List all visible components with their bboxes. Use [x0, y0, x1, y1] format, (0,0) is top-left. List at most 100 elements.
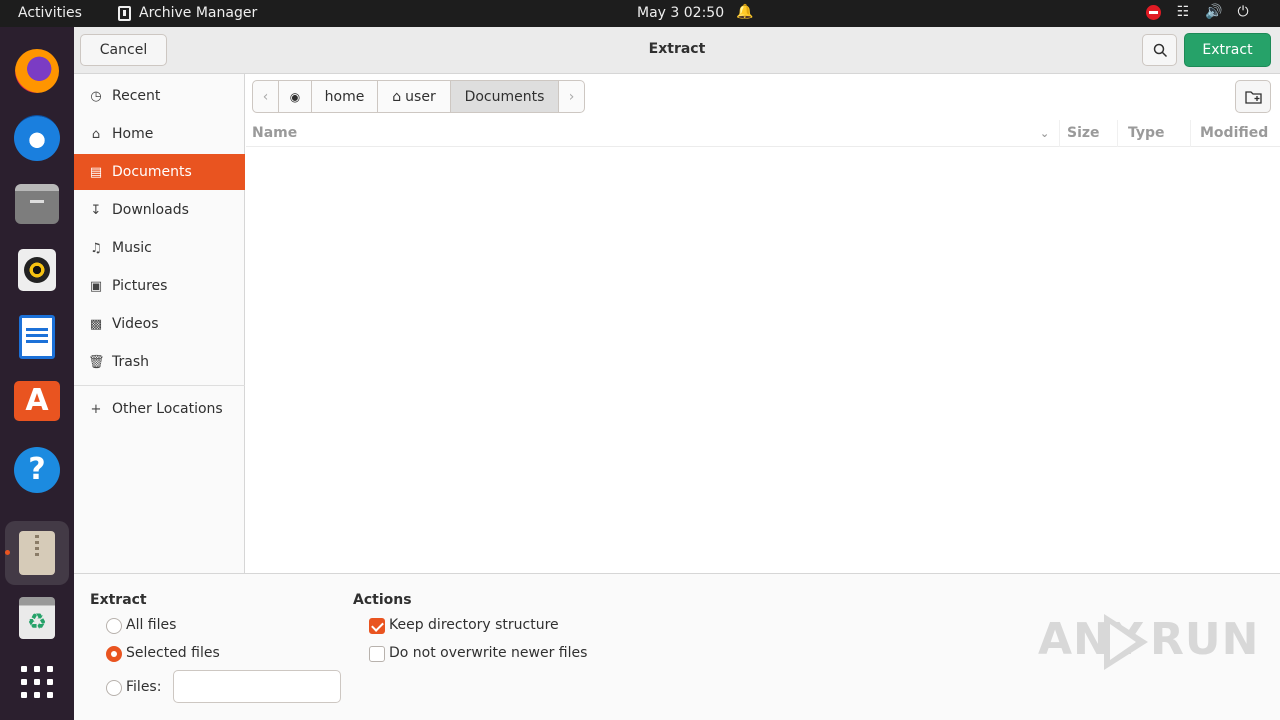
zip-icon	[19, 531, 55, 575]
music-icon: ♫	[90, 240, 102, 256]
plus-icon: +	[90, 401, 102, 417]
sidebar-divider	[74, 385, 245, 386]
sidebar-item-label: Trash	[112, 354, 149, 370]
anyrun-watermark: ANY RUN	[1038, 610, 1258, 670]
disk-icon: ◉	[289, 89, 301, 104]
all-files-radio[interactable]	[106, 618, 122, 634]
path-segment-home[interactable]: home	[312, 80, 378, 113]
thunderbird-icon[interactable]	[14, 115, 60, 161]
rhythmbox-icon[interactable]	[18, 249, 56, 291]
firefox-icon[interactable]	[15, 49, 59, 93]
path-forward-button[interactable]: ›	[559, 80, 585, 113]
column-divider	[1117, 120, 1118, 147]
running-indicator	[5, 550, 10, 555]
show-apps-icon[interactable]	[21, 666, 53, 698]
path-back-button[interactable]: ‹	[252, 80, 279, 113]
archive-manager-dock-icon[interactable]	[5, 521, 69, 585]
home-icon: ⌂	[392, 88, 402, 105]
sidebar-item-recent[interactable]: ◷ Recent	[74, 78, 245, 114]
chevron-down-icon[interactable]: ⌄	[1040, 127, 1049, 140]
sidebar-item-music[interactable]: ♫ Music	[74, 230, 245, 266]
clock-icon: ◷	[90, 88, 102, 104]
path-segment-documents[interactable]: Documents	[451, 80, 559, 113]
path-segment-label: Documents	[464, 88, 545, 105]
sidebar-item-trash[interactable]: 🗑 Trash	[74, 344, 245, 380]
video-icon: ▩	[89, 316, 103, 332]
top-bar: Activities Archive Manager May 3 02:50 🔔…	[0, 0, 1280, 27]
keep-structure-checkbox[interactable]	[369, 618, 385, 634]
column-name[interactable]: Name	[252, 125, 297, 141]
files-radio[interactable]	[106, 680, 122, 696]
sidebar-item-downloads[interactable]: ↧ Downloads	[74, 192, 245, 228]
column-modified[interactable]: Modified	[1200, 125, 1268, 141]
files-icon[interactable]	[15, 184, 59, 224]
trash-dock-icon[interactable]: ♻	[19, 597, 55, 639]
watermark-right: RUN	[1150, 614, 1260, 665]
chevron-left-icon: ‹	[262, 88, 269, 105]
sidebar-item-label: Videos	[112, 316, 159, 332]
activities-button[interactable]: Activities	[18, 5, 82, 21]
app-name: Archive Manager	[139, 5, 258, 21]
sidebar-item-label: Documents	[112, 164, 192, 180]
power-icon: ⏻	[1237, 4, 1249, 20]
column-divider	[1059, 120, 1060, 147]
sidebar-item-other-locations[interactable]: + Other Locations	[74, 391, 245, 427]
no-overwrite-label[interactable]: Do not overwrite newer files	[389, 645, 587, 661]
app-menu[interactable]: Archive Manager	[118, 5, 257, 21]
keep-structure-label[interactable]: Keep directory structure	[389, 617, 559, 633]
new-folder-icon	[1245, 91, 1262, 104]
path-segment-user[interactable]: ⌂ user	[378, 80, 451, 113]
chevron-right-icon: ›	[568, 88, 575, 105]
sidebar-item-home[interactable]: ⌂ Home	[74, 116, 245, 152]
picture-icon: ▣	[89, 278, 103, 294]
sidebar-item-documents[interactable]: ▤ Documents	[74, 154, 245, 190]
do-not-disturb-icon	[1146, 4, 1161, 20]
home-icon: ⌂	[91, 126, 101, 142]
app-center-icon[interactable]: A	[14, 381, 60, 421]
volume-icon: 🔊	[1205, 4, 1223, 20]
sidebar-item-label: Recent	[112, 88, 161, 104]
extract-options: Extract All files Selected files Files: …	[74, 573, 1280, 720]
path-segment-label: home	[324, 88, 365, 105]
path-segment-label: user	[405, 88, 436, 105]
search-icon	[1153, 43, 1168, 58]
files-label[interactable]: Files:	[126, 679, 161, 695]
header-bar: Cancel Extract Extract	[74, 27, 1280, 74]
column-type[interactable]: Type	[1128, 125, 1165, 141]
sidebar-item-label: Pictures	[112, 278, 168, 294]
bell-icon: 🔔	[736, 4, 754, 20]
sidebar-item-videos[interactable]: ▩ Videos	[74, 306, 245, 342]
selected-files-radio[interactable]	[106, 646, 122, 662]
file-list-header: Name ⌄ Size Type Modified	[246, 120, 1280, 147]
places-sidebar: ◷ Recent ⌂ Home ▤ Documents ↧ Downloads ♫ Mus…	[74, 74, 245, 573]
column-divider	[1190, 120, 1191, 147]
extract-button[interactable]: Extract	[1184, 33, 1271, 67]
path-bar: ‹ ◉ home ⌂ user Documents ›	[252, 80, 585, 113]
sidebar-item-label: Music	[112, 240, 152, 256]
trash-icon: 🗑	[88, 354, 105, 370]
sidebar-item-label: Downloads	[112, 202, 189, 218]
extract-heading: Extract	[90, 592, 147, 608]
sidebar-item-pictures[interactable]: ▣ Pictures	[74, 268, 245, 304]
all-files-label[interactable]: All files	[126, 617, 176, 633]
files-pattern-input[interactable]	[173, 670, 341, 703]
search-button[interactable]	[1142, 34, 1177, 66]
selected-files-label[interactable]: Selected files	[126, 645, 220, 661]
sidebar-item-label: Other Locations	[112, 401, 223, 417]
network-icon: ☷	[1176, 4, 1190, 20]
actions-heading: Actions	[353, 592, 412, 608]
libreoffice-writer-icon[interactable]	[19, 315, 55, 359]
system-tray[interactable]: ☷ 🔊 ⏻	[1146, 4, 1251, 20]
clock[interactable]: May 3 02:50	[637, 5, 724, 21]
path-root-button[interactable]: ◉	[279, 80, 312, 113]
extract-dialog: Cancel Extract Extract ◷ Recent ⌂ Home ▤ Do…	[74, 27, 1280, 720]
no-overwrite-checkbox[interactable]	[369, 646, 385, 662]
column-size[interactable]: Size	[1067, 125, 1100, 141]
dock: A ? ♻	[0, 27, 74, 720]
new-folder-button[interactable]	[1235, 80, 1271, 113]
document-icon: ▤	[89, 164, 103, 180]
archive-manager-icon	[118, 5, 131, 21]
play-icon	[1104, 614, 1148, 670]
download-icon: ↧	[90, 202, 102, 218]
help-icon[interactable]: ?	[14, 447, 60, 493]
